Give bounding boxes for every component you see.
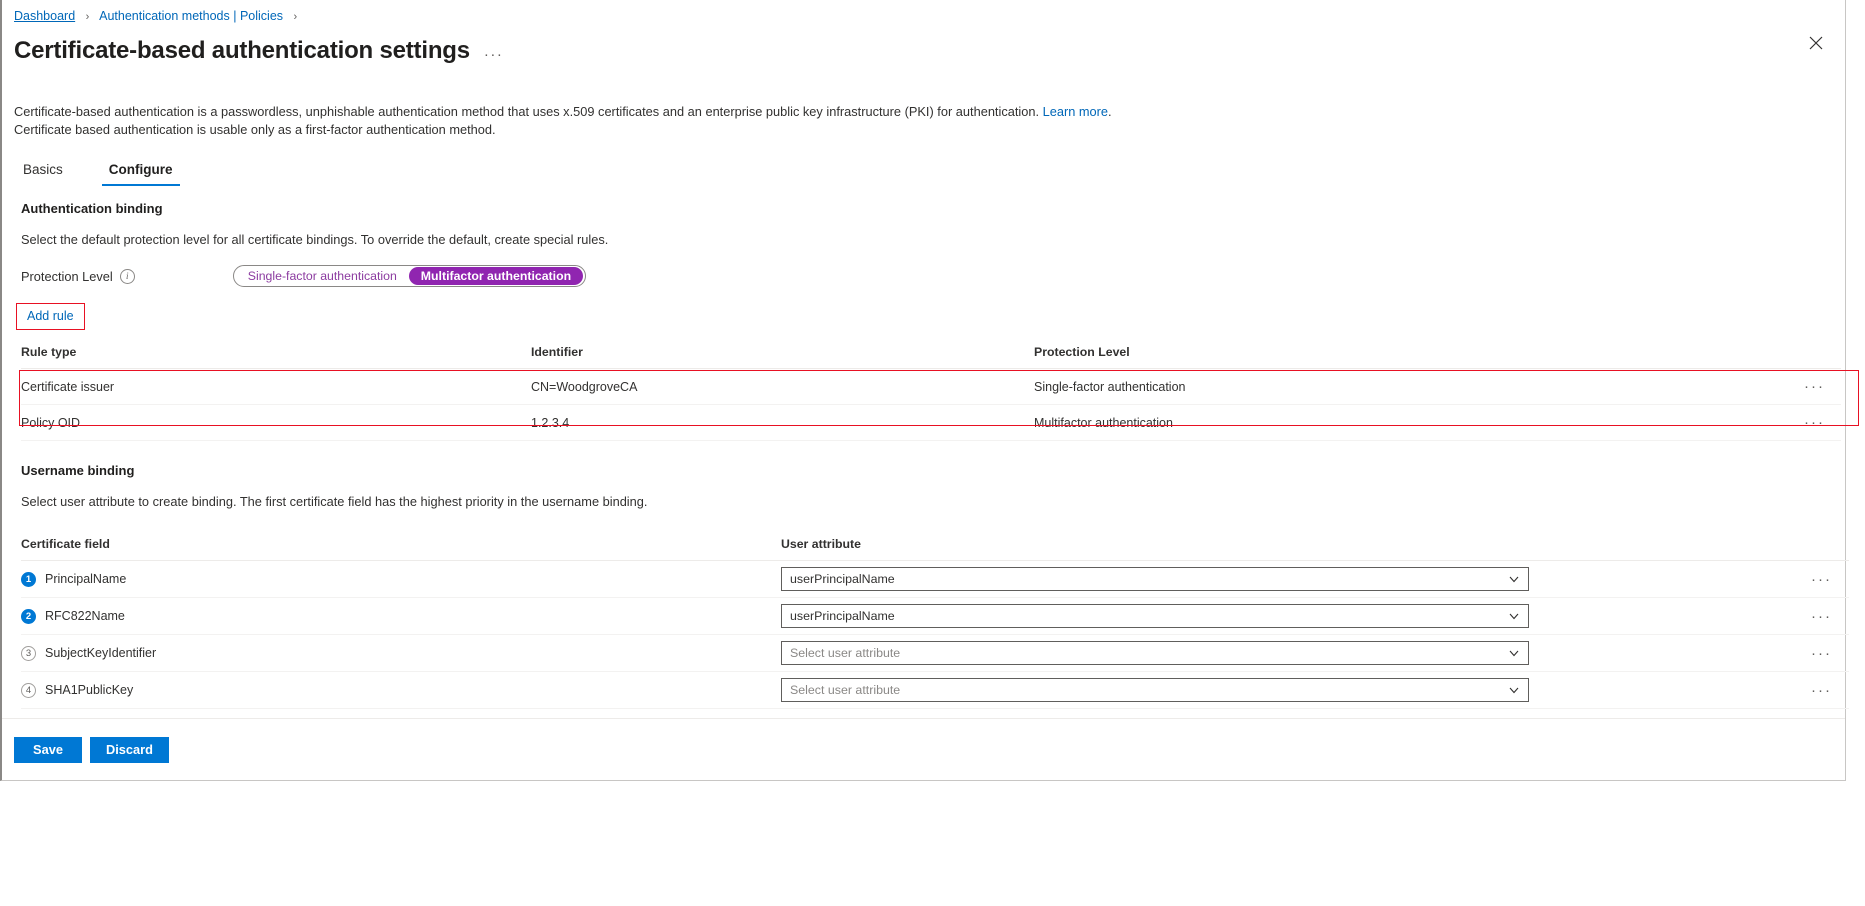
row-context-menu-icon[interactable]: ··· (1811, 608, 1832, 625)
close-icon[interactable] (1803, 30, 1829, 56)
user-attribute-value: userPrincipalName (790, 572, 895, 586)
certificate-field-label: SHA1PublicKey (45, 683, 134, 697)
description-period: . (1108, 104, 1112, 119)
list-item: 1 PrincipalName userPrincipalName ··· (21, 560, 1849, 598)
user-attribute-dropdown[interactable]: userPrincipalName (781, 567, 1529, 591)
table-row[interactable]: Policy OID 1.2.3.4 Multifactor authentic… (21, 404, 1841, 441)
priority-badge: 2 (21, 608, 36, 624)
row-context-menu-icon[interactable]: ··· (1804, 414, 1825, 431)
protection-level-toggle[interactable]: Single-factor authentication Multifactor… (232, 265, 587, 287)
breadcrumb-separator: › (85, 11, 90, 23)
breadcrumb-item-dashboard[interactable]: Dashboard (14, 9, 75, 23)
priority-badge: 1 (21, 571, 36, 587)
user-attribute-value: Select user attribute (790, 646, 901, 660)
toggle-option-single-factor[interactable]: Single-factor authentication (236, 267, 409, 285)
row-context-menu-icon[interactable]: ··· (1804, 378, 1825, 395)
add-rule-wrapper: Add rule (2, 287, 1845, 330)
toggle-option-multifactor[interactable]: Multifactor authentication (408, 267, 584, 285)
username-binding-header: Certificate field User attribute (21, 537, 1849, 561)
rule-type-cell: Certificate issuer (21, 368, 531, 405)
chevron-down-icon (1508, 573, 1520, 585)
user-attribute-dropdown[interactable]: Select user attribute (781, 678, 1529, 702)
chevron-down-icon (1508, 610, 1520, 622)
table-row[interactable]: Certificate issuer CN=WoodgroveCA Single… (21, 368, 1841, 405)
blade-footer: Save Discard (2, 718, 1845, 780)
description-line-2: Certificate based authentication is usab… (14, 122, 496, 137)
description-text-1: Certificate-based authentication is a pa… (14, 104, 1043, 119)
certificate-field-label: PrincipalName (45, 572, 127, 586)
list-item: 3 SubjectKeyIdentifier Select user attri… (21, 634, 1849, 672)
rule-protection-level-cell: Multifactor authentication (1034, 404, 1804, 441)
ub-column-actions (1811, 537, 1849, 561)
chevron-down-icon (1508, 684, 1520, 696)
protection-level-label-group: Protection Level i (21, 268, 135, 284)
tab-bar: Basics Configure (2, 139, 1845, 186)
description-line-1: Certificate-based authentication is a pa… (14, 103, 1845, 121)
authentication-binding-subtext: Select the default protection level for … (21, 232, 609, 247)
user-attribute-value: Select user attribute (790, 683, 901, 697)
user-attribute-cell: userPrincipalName (781, 567, 1811, 591)
rules-table-header: Rule type Identifier Protection Level (21, 345, 1841, 369)
row-context-menu-icon[interactable]: ··· (1811, 571, 1832, 588)
row-context-menu-icon[interactable]: ··· (1811, 682, 1832, 699)
rules-column-actions (1804, 345, 1841, 369)
authentication-binding-heading: Authentication binding (21, 201, 163, 216)
breadcrumb: Dashboard › Authentication methods | Pol… (2, 0, 1845, 25)
rules-table-body: Certificate issuer CN=WoodgroveCA Single… (21, 368, 1841, 441)
breadcrumb-item-authentication-methods-policies[interactable]: Authentication methods | Policies (99, 9, 283, 23)
blade-panel: Dashboard › Authentication methods | Pol… (0, 0, 1859, 781)
rules-table: Rule type Identifier Protection Level Ce… (21, 345, 1841, 441)
user-attribute-value: userPrincipalName (790, 609, 895, 623)
rules-column-identifier: Identifier (531, 345, 1034, 369)
rule-type-cell: Policy OID (21, 404, 531, 441)
title-row: Certificate-based authentication setting… (2, 25, 1845, 66)
page-more-menu[interactable]: ··· (484, 40, 504, 63)
username-binding-subtext: Select user attribute to create binding.… (21, 494, 648, 509)
priority-badge: 4 (21, 682, 36, 698)
ub-column-certificate-field: Certificate field (21, 537, 781, 561)
user-attribute-dropdown[interactable]: Select user attribute (781, 641, 1529, 665)
breadcrumb-separator-2: › (293, 11, 298, 23)
user-attribute-cell: userPrincipalName (781, 604, 1811, 628)
rule-identifier-cell: 1.2.3.4 (531, 404, 1034, 441)
list-item: 4 SHA1PublicKey Select user attribute ··… (21, 671, 1849, 709)
certificate-field-cell: 1 PrincipalName (21, 571, 781, 587)
chevron-down-icon (1508, 647, 1520, 659)
info-icon[interactable]: i (119, 268, 135, 284)
user-attribute-dropdown[interactable]: userPrincipalName (781, 604, 1529, 628)
rules-column-protection-level: Protection Level (1034, 345, 1804, 369)
row-context-menu-icon[interactable]: ··· (1811, 645, 1832, 662)
username-binding-header-row: Certificate field User attribute (21, 537, 1849, 561)
certificate-field-cell: 2 RFC822Name (21, 608, 781, 624)
certificate-field-cell: 4 SHA1PublicKey (21, 682, 781, 698)
list-item: 2 RFC822Name userPrincipalName ··· (21, 597, 1849, 635)
username-binding-heading: Username binding (21, 463, 135, 478)
rule-identifier-cell: CN=WoodgroveCA (531, 368, 1034, 405)
protection-level-label: Protection Level (21, 268, 113, 284)
rule-protection-level-cell: Single-factor authentication (1034, 368, 1804, 405)
ub-column-user-attribute: User attribute (781, 537, 1811, 561)
protection-level-row: Protection Level i Single-factor authent… (2, 247, 1845, 287)
certificate-field-cell: 3 SubjectKeyIdentifier (21, 645, 781, 661)
blade-description: Certificate-based authentication is a pa… (2, 66, 1845, 139)
certificate-field-label: RFC822Name (45, 609, 125, 623)
rules-header-row: Rule type Identifier Protection Level (21, 345, 1841, 369)
username-binding-table: Certificate field User attribute 1 Princ… (21, 537, 1849, 709)
learn-more-link[interactable]: Learn more (1043, 104, 1108, 119)
discard-button[interactable]: Discard (90, 736, 169, 763)
save-button[interactable]: Save (14, 736, 82, 763)
user-attribute-cell: Select user attribute (781, 641, 1811, 665)
page-title: Certificate-based authentication setting… (14, 37, 470, 64)
rules-column-rule-type: Rule type (21, 345, 531, 369)
certificate-field-label: SubjectKeyIdentifier (45, 646, 157, 660)
username-binding-body: 1 PrincipalName userPrincipalName ··· 2 … (21, 560, 1849, 709)
tab-basics[interactable]: Basics (14, 158, 72, 186)
priority-badge: 3 (21, 645, 36, 661)
tab-configure[interactable]: Configure (100, 158, 182, 186)
add-rule-button[interactable]: Add rule (16, 303, 85, 330)
user-attribute-cell: Select user attribute (781, 678, 1811, 702)
